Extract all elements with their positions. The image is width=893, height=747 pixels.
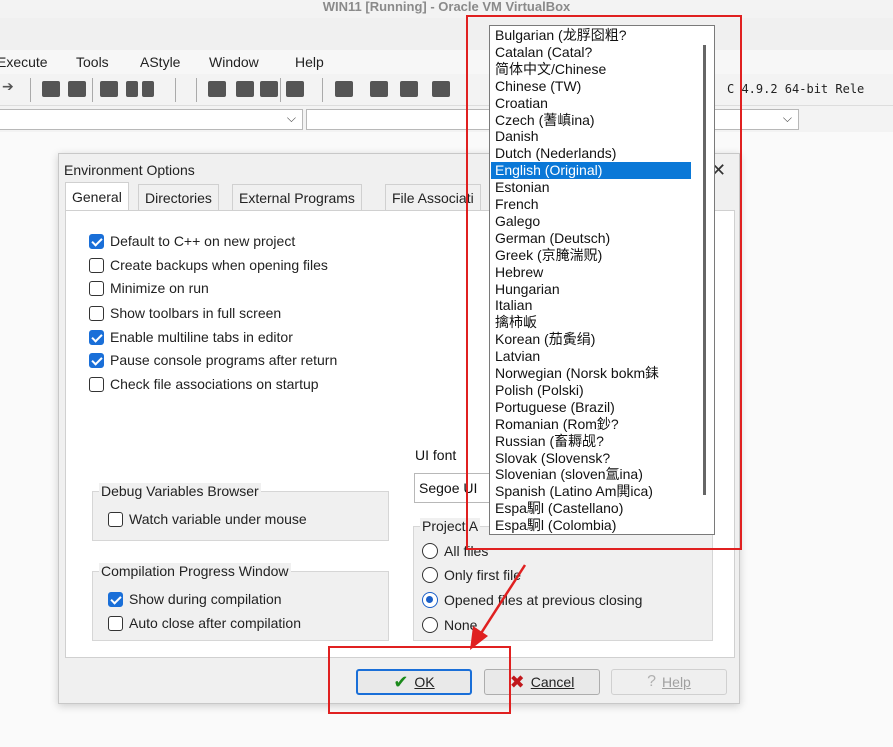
- option-label: Show toolbars in full screen: [110, 305, 282, 321]
- toolbar-separator: [92, 78, 93, 102]
- checkbox[interactable]: [108, 615, 123, 631]
- debug-variables-group: Debug Variables Browser Watch variable u…: [92, 483, 389, 541]
- compilation-progress-group: Compilation Progress Window Show during …: [92, 563, 389, 641]
- chevron-down-icon: ⌵: [286, 111, 296, 125]
- combo-row: ⌵ ⌵: [0, 106, 893, 132]
- checkbox[interactable]: [108, 511, 123, 527]
- option-watch-variable[interactable]: Watch variable under mouse: [108, 509, 307, 529]
- option-show-during-compilation[interactable]: Show during compilation: [108, 589, 282, 609]
- arrow-right-icon[interactable]: ➔: [2, 78, 14, 94]
- toolbar: ➔ C 4.9.2 64-bit Rele: [0, 74, 893, 106]
- toolbar-icon[interactable]: [370, 81, 388, 97]
- toolbar-icon[interactable]: [42, 81, 60, 97]
- toolbar-icon[interactable]: [335, 81, 353, 97]
- toolbar-icon[interactable]: [142, 81, 154, 97]
- toolbar-separator: [196, 78, 197, 102]
- option-auto-close[interactable]: Auto close after compilation: [108, 613, 301, 633]
- checkbox[interactable]: [89, 280, 104, 296]
- toolbar-icon[interactable]: [260, 81, 278, 97]
- checkbox[interactable]: [89, 329, 104, 345]
- highlight-box-dropdown: [466, 15, 742, 550]
- toolbar-icon[interactable]: [68, 81, 86, 97]
- checkbox[interactable]: [89, 376, 104, 392]
- option-label: Watch variable under mouse: [129, 511, 307, 527]
- toolbar-icon[interactable]: [400, 81, 418, 97]
- option-label: Enable multiline tabs in editor: [110, 329, 293, 345]
- option-multiline-tabs[interactable]: Enable multiline tabs in editor: [89, 327, 293, 347]
- toolbar-icon[interactable]: [100, 81, 118, 97]
- menu-tools[interactable]: Tools: [76, 54, 109, 70]
- checkbox[interactable]: [89, 257, 104, 273]
- radio[interactable]: [422, 592, 438, 608]
- group-title: Compilation Progress Window: [99, 563, 291, 579]
- checkbox[interactable]: [89, 233, 104, 249]
- toolbar-icon[interactable]: [208, 81, 226, 97]
- dialog-title: Environment Options: [64, 162, 195, 178]
- red-arrow-annotation: [470, 564, 527, 650]
- highlight-box-ok: [328, 646, 511, 714]
- tab-external-programs[interactable]: External Programs: [232, 184, 362, 210]
- toolbar-separator: [280, 78, 281, 102]
- option-label: Check file associations on startup: [110, 376, 319, 392]
- tab-directories[interactable]: Directories: [138, 184, 219, 210]
- option-minimize-on-run[interactable]: Minimize on run: [89, 278, 209, 298]
- help-label: Help: [662, 674, 691, 690]
- toolbar-separator: [30, 78, 31, 102]
- option-pause-console[interactable]: Pause console programs after return: [89, 350, 337, 370]
- toolbar-icon[interactable]: [432, 81, 450, 97]
- toolbar-icon[interactable]: [236, 81, 254, 97]
- menu-bar: Execute Tools AStyle Window Help: [0, 50, 893, 74]
- cross-icon: ✖: [509, 671, 525, 692]
- menu-window[interactable]: Window: [209, 54, 259, 70]
- arrow-head: [470, 626, 488, 650]
- arrow-shaft: [476, 564, 527, 639]
- checkbox[interactable]: [108, 591, 123, 607]
- tab-general[interactable]: General: [65, 182, 129, 211]
- option-check-associations[interactable]: Check file associations on startup: [89, 374, 319, 394]
- option-create-backups[interactable]: Create backups when opening files: [89, 255, 328, 275]
- menu-execute[interactable]: Execute: [0, 54, 48, 70]
- checkbox[interactable]: [89, 352, 104, 368]
- toolbar-icon[interactable]: [126, 81, 138, 97]
- option-label: Minimize on run: [110, 280, 209, 296]
- option-label: Show during compilation: [129, 591, 282, 607]
- radio[interactable]: [422, 543, 438, 559]
- group-title: Debug Variables Browser: [99, 483, 261, 499]
- cancel-label: Cancel: [530, 674, 575, 690]
- ui-font-label: UI font: [415, 447, 457, 463]
- toolbar-separator: [175, 78, 176, 102]
- chevron-down-icon: ⌵: [782, 111, 792, 125]
- class-combo[interactable]: ⌵: [0, 109, 303, 130]
- window-title: WIN11 [Running] - Oracle VM VirtualBox: [0, 0, 893, 18]
- help-button[interactable]: ? Help: [611, 669, 727, 695]
- menu-help[interactable]: Help: [295, 54, 324, 70]
- menu-astyle[interactable]: AStyle: [140, 54, 180, 70]
- question-icon: ?: [647, 673, 657, 690]
- radio[interactable]: [422, 617, 438, 633]
- toolbar-separator: [322, 78, 323, 102]
- option-label: Create backups when opening files: [110, 257, 328, 273]
- option-default-cpp[interactable]: Default to C++ on new project: [89, 231, 295, 251]
- option-label: Auto close after compilation: [129, 615, 301, 631]
- option-label: Pause console programs after return: [110, 352, 338, 368]
- radio[interactable]: [422, 567, 438, 583]
- option-label: Default to C++ on new project: [110, 233, 296, 249]
- compiler-label: C 4.9.2 64-bit Rele: [727, 82, 865, 96]
- option-toolbars-fullscreen[interactable]: Show toolbars in full screen: [89, 303, 281, 323]
- checkbox[interactable]: [89, 305, 104, 321]
- toolbar-icon[interactable]: [286, 81, 304, 97]
